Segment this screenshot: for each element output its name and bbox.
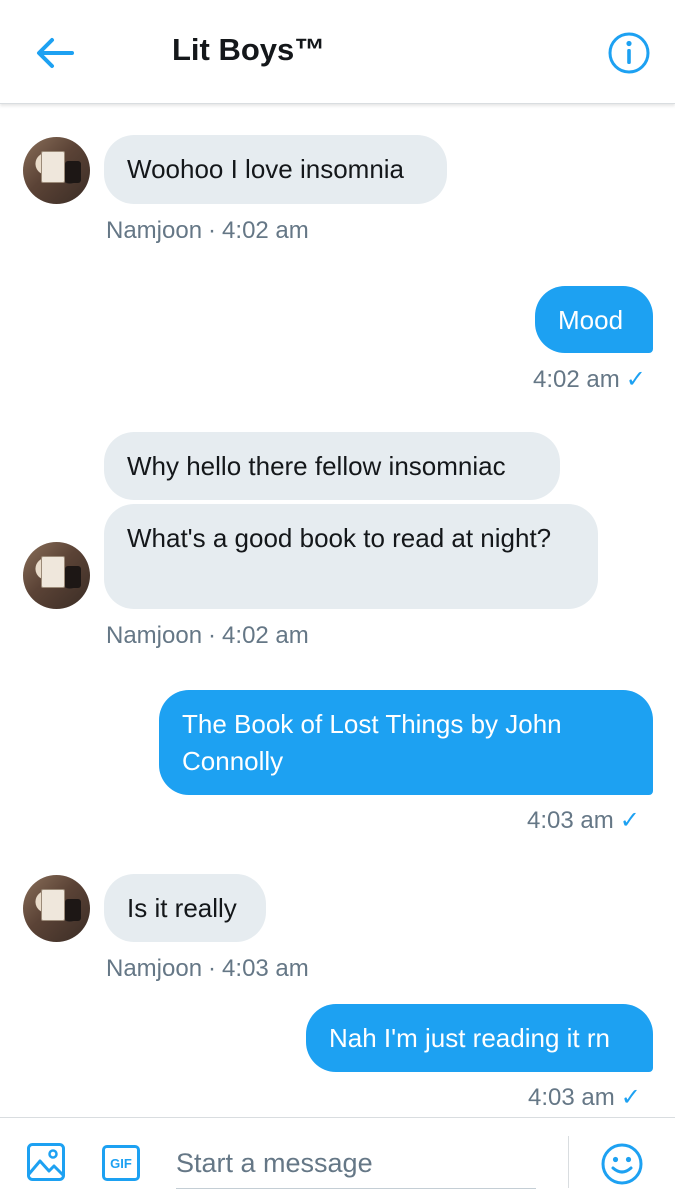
sent-check-icon: ✓ bbox=[619, 807, 640, 834]
message-time: 4:02 am bbox=[222, 622, 309, 649]
message-time: 4:03 am bbox=[222, 955, 309, 982]
message-composer: GIF bbox=[0, 1117, 675, 1201]
message-bubble-incoming[interactable]: What's a good book to read at night? bbox=[104, 504, 598, 609]
message-input[interactable] bbox=[176, 1138, 536, 1189]
message-bubble-incoming[interactable]: Is it really bbox=[104, 874, 266, 942]
message-bubble-outgoing[interactable]: Nah I'm just reading it rn bbox=[306, 1004, 653, 1072]
message-bubble-outgoing[interactable]: The Book of Lost Things by John Connolly bbox=[159, 690, 653, 795]
message-meta: Namjoon · 4:02 am bbox=[106, 216, 309, 246]
sender-name: Namjoon bbox=[106, 217, 203, 244]
message-bubble-incoming[interactable]: Why hello there fellow insomniac bbox=[104, 432, 560, 500]
message-time: 4:02 am bbox=[222, 217, 309, 244]
message-bubble-incoming[interactable]: Woohoo I love insomnia bbox=[104, 135, 447, 204]
sender-name: Namjoon bbox=[106, 955, 203, 982]
message-time: 4:03 am bbox=[528, 1084, 615, 1111]
sent-check-icon: ✓ bbox=[620, 1084, 641, 1111]
conversation-header: Lit Boys™ bbox=[0, 0, 675, 104]
meta-separator: · bbox=[208, 217, 217, 244]
smiley-icon[interactable] bbox=[600, 1142, 644, 1186]
sender-name: Namjoon bbox=[106, 622, 203, 649]
sent-check-icon: ✓ bbox=[625, 366, 646, 393]
gif-button[interactable]: GIF bbox=[102, 1145, 140, 1181]
info-icon[interactable] bbox=[604, 28, 654, 78]
avatar-namjoon[interactable] bbox=[23, 875, 90, 942]
message-meta: Namjoon · 4:02 am bbox=[106, 621, 309, 651]
message-meta: 4:02 am ✓ bbox=[533, 365, 646, 395]
composer-divider bbox=[568, 1136, 569, 1188]
message-meta: 4:03 am ✓ bbox=[527, 806, 640, 836]
message-bubble-outgoing[interactable]: Mood bbox=[535, 286, 653, 353]
avatar-namjoon[interactable] bbox=[23, 137, 90, 204]
avatar-namjoon[interactable] bbox=[23, 542, 90, 609]
message-meta: 4:03 am ✓ bbox=[528, 1083, 641, 1113]
conversation-title[interactable]: Lit Boys™ bbox=[172, 30, 325, 70]
message-time: 4:02 am bbox=[533, 366, 620, 393]
meta-separator: · bbox=[208, 955, 217, 982]
meta-separator: · bbox=[208, 622, 217, 649]
message-time: 4:03 am bbox=[527, 807, 614, 834]
message-meta: Namjoon · 4:03 am bbox=[106, 954, 309, 984]
arrow-left-icon[interactable] bbox=[30, 30, 80, 76]
image-icon[interactable] bbox=[26, 1142, 66, 1182]
